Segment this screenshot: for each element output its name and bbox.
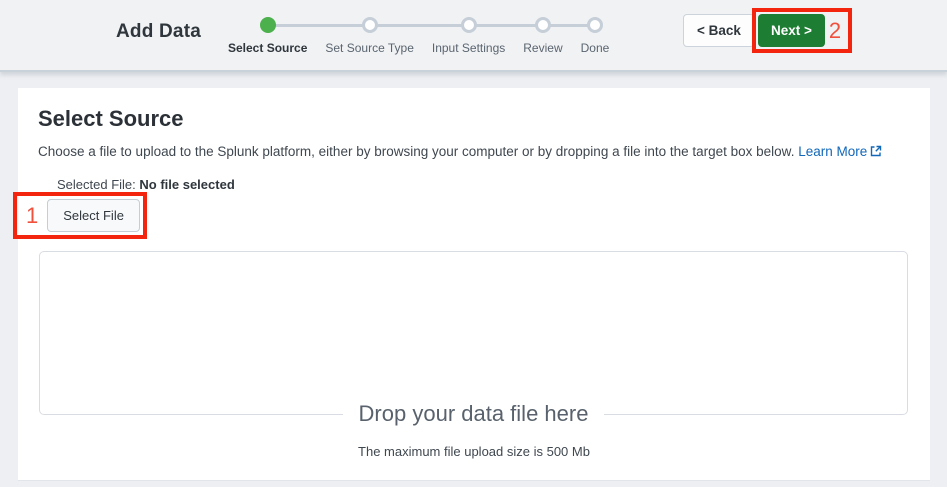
wizard-header: Add Data Select Source Set Source Type I…	[0, 0, 947, 72]
step-dot-icon	[460, 17, 477, 33]
stepper-step-done: Done	[572, 0, 619, 55]
dropzone-hint: The maximum file upload size is 500 Mb	[358, 444, 590, 459]
annotation-number-1: 1	[26, 202, 39, 228]
wizard-stepper: Select Source Set Source Type Input Sett…	[219, 0, 618, 55]
add-data-wizard-screen: Add Data Select Source Set Source Type I…	[0, 0, 947, 487]
step-label: Set Source Type	[325, 41, 414, 55]
learn-more-label: Learn More	[798, 144, 868, 159]
description-body: Choose a file to upload to the Splunk pl…	[38, 144, 795, 159]
external-link-icon	[871, 145, 882, 157]
annotation-box-2: Next > 2	[752, 8, 853, 53]
stepper-step-review: Review	[514, 0, 571, 55]
stepper-step-input-settings: Input Settings	[423, 0, 514, 55]
select-file-button[interactable]: Select File	[47, 199, 140, 232]
dropzone-label: Drop your data file here	[342, 401, 605, 427]
learn-more-link[interactable]: Learn More	[798, 144, 882, 159]
page-title: Add Data	[116, 21, 201, 42]
stepper-step-set-source-type: Set Source Type	[316, 0, 423, 55]
file-dropzone[interactable]: Drop your data file here	[39, 251, 908, 427]
step-label: Input Settings	[431, 41, 506, 55]
step-label: Done	[580, 41, 610, 55]
step-dot-icon	[534, 17, 551, 33]
step-dot-active-icon	[259, 17, 276, 33]
back-button[interactable]: < Back	[683, 14, 755, 47]
step-dot-icon	[586, 17, 603, 33]
select-source-heading: Select Source	[38, 106, 184, 131]
step-dot-icon	[361, 17, 378, 33]
content-panel: Select Source Choose a file to upload to…	[18, 88, 930, 481]
selected-file-value: No file selected	[139, 177, 235, 192]
step-label: Select Source	[228, 41, 308, 55]
step-label: Review	[523, 41, 563, 55]
selected-file-label: Selected File:	[57, 177, 136, 192]
annotation-number-2: 2	[828, 17, 842, 43]
next-button[interactable]: Next >	[758, 14, 825, 47]
description-text: Choose a file to upload to the Splunk pl…	[38, 144, 882, 159]
selected-file-line: Selected File: No file selected	[57, 177, 235, 192]
annotation-box-1: 1 Select File	[13, 192, 147, 239]
stepper-step-select-source: Select Source	[219, 0, 316, 55]
